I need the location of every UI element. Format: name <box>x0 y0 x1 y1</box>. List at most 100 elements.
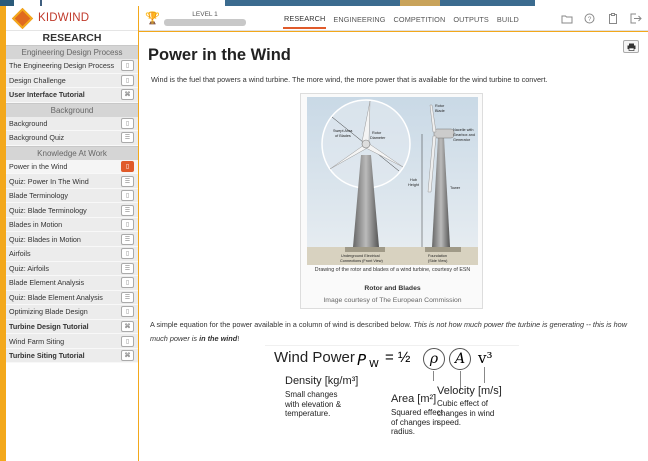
sidebar-item[interactable]: Quiz: Blades in Motion ☰ <box>6 232 138 248</box>
sidebar-item-label: Blade Terminology <box>9 191 68 201</box>
sidebar-item[interactable]: Blades in Motion ▯ <box>6 217 138 233</box>
label-foundation: Foundation <box>428 254 447 258</box>
page-icon: ▯ <box>121 277 134 289</box>
quiz-icon: ☰ <box>121 132 134 144</box>
sidebar-item-label: Blade Element Analysis <box>9 278 85 288</box>
para-bold: in the wind <box>199 334 238 343</box>
sidebar-item[interactable]: Blade Element Analysis ▯ <box>6 276 138 291</box>
sidebar-item-label: The Engineering Design Process <box>9 61 115 71</box>
velocity-desc: Cubic effect of changes in wind speed. <box>437 399 494 428</box>
sidebar-item[interactable]: Background ▯ <box>6 116 138 132</box>
page-icon: ▯ <box>121 219 134 231</box>
svg-text:?: ? <box>588 16 592 23</box>
clipboard-icon[interactable] <box>604 12 621 26</box>
eq-velocity: v³ <box>478 349 493 367</box>
area-desc-line: of changes in <box>391 417 439 427</box>
level-progress-bar <box>164 18 246 26</box>
eq-half: = ½ <box>385 349 411 366</box>
eq-rho: ρ <box>423 348 445 370</box>
brand-name: KIDWIND <box>38 12 90 24</box>
arrow-line <box>433 371 434 381</box>
svg-text:Blade: Blade <box>435 109 445 113</box>
sidebar-item[interactable]: Optimizing Blade Design ▯ <box>6 305 138 320</box>
svg-text:Generator: Generator <box>453 138 471 142</box>
figure-title: Rotor and Blades <box>364 285 421 292</box>
sidebar-item[interactable]: User Interface Tutorial ⌘ <box>6 88 138 103</box>
tab-build[interactable]: BUILD <box>496 9 520 28</box>
velocity-desc-line: changes in wind <box>437 408 495 418</box>
svg-text:(Side View): (Side View) <box>428 259 448 263</box>
label-rotor-diameter: Rotor <box>372 131 382 135</box>
equation-graphic: Wind Power P W = ½ ρ A v³ Density [kg/m³… <box>265 345 519 461</box>
tab-competition[interactable]: COMPETITION <box>393 9 447 28</box>
page-icon: ▯ <box>121 306 134 318</box>
sidebar-item[interactable]: Background Quiz ☰ <box>6 131 138 146</box>
page-icon: ▯ <box>121 190 134 202</box>
help-icon[interactable]: ? <box>581 12 598 26</box>
eq-area-symbol: A <box>449 348 471 370</box>
logout-icon[interactable] <box>627 12 644 26</box>
equation-paragraph: A simple equation for the power availabl… <box>150 318 642 346</box>
toolbar-icons: ? <box>552 6 644 31</box>
sidebar-item[interactable]: Quiz: Blade Terminology ☰ <box>6 203 138 218</box>
label-underground: Underground Electrical <box>341 254 380 258</box>
printer-icon <box>627 43 635 51</box>
sidebar-item-label: Quiz: Blade Terminology <box>9 205 87 215</box>
sidebar-item[interactable]: The Engineering Design Process ▯ <box>6 59 138 74</box>
sidebar-group-header: Background <box>6 102 138 117</box>
tab-research[interactable]: RESEARCH <box>283 8 327 29</box>
sidebar-item-label: Optimizing Blade Design <box>9 307 88 317</box>
sidebar-item[interactable]: Design Challenge ▯ <box>6 73 138 89</box>
sidebar-item[interactable]: Airfoils ▯ <box>6 247 138 262</box>
velocity-desc-line: speed. <box>437 418 462 427</box>
quiz-icon: ☰ <box>121 233 134 245</box>
sidebar-item[interactable]: Quiz: Blade Element Analysis ☰ <box>6 290 138 306</box>
sidebar-item[interactable]: Power in the Wind ▯ <box>6 159 138 175</box>
turbine-diagram: Rotor Blade Swept Area of Blades Rotor D… <box>307 97 478 265</box>
velocity-desc-line: Cubic effect of <box>437 399 488 408</box>
area-desc-line: radius. <box>391 427 416 436</box>
eq-lhs: Wind Power <box>274 349 355 366</box>
sidebar-item[interactable]: Blade Terminology ▯ <box>6 188 138 204</box>
page-icon: ▯ <box>121 248 134 260</box>
sidebar-group-header: Engineering Design Process <box>6 45 138 59</box>
page-title: Power in the Wind <box>148 46 291 64</box>
area-desc: Squared effect of changes in radius. <box>391 408 443 437</box>
quiz-icon: ☰ <box>121 204 134 216</box>
density-desc-line: Small changes <box>285 390 338 399</box>
page-icon: ▯ <box>121 74 134 86</box>
tutorial-icon: ⌘ <box>121 321 134 333</box>
print-button[interactable] <box>623 40 639 53</box>
density-title: Density [kg/m³] <box>285 375 359 387</box>
sidebar-group-header: Knowledge At Work <box>6 145 138 160</box>
level-label: LEVEL 1 <box>192 10 218 18</box>
sidebar-item-label: Quiz: Airfoils <box>9 263 49 273</box>
label-tower: Tower <box>450 186 461 190</box>
tab-outputs[interactable]: OUTPUTS <box>452 9 490 28</box>
velocity-title: Velocity [m/s] <box>437 385 502 397</box>
turbine-figure: Rotor Blade Swept Area of Blades Rotor D… <box>300 93 483 309</box>
quiz-icon: ☰ <box>121 291 134 303</box>
sidebar-item-label: Airfoils <box>9 249 31 259</box>
sidebar-item[interactable]: Quiz: Power In The Wind ☰ <box>6 174 138 189</box>
sidebar-item-label: Quiz: Blade Element Analysis <box>9 292 103 302</box>
label-hub-height: Hub <box>410 178 417 182</box>
sidebar-item[interactable]: Wind Farm Siting ▯ <box>6 334 138 349</box>
svg-text:of Blades: of Blades <box>335 134 351 138</box>
sidebar-item[interactable]: Turbine Design Tutorial ⌘ <box>6 319 138 335</box>
figure-credit: Image courtesy of The European Commissio… <box>323 297 462 304</box>
brand[interactable]: KIDWIND <box>6 6 138 31</box>
page-icon: ▯ <box>121 60 134 72</box>
tutorial-icon: ⌘ <box>121 89 134 101</box>
label-nacelle: Nacelle with <box>453 128 473 132</box>
tab-engineering[interactable]: ENGINEERING <box>332 9 386 28</box>
sidebar-item-label: Blades in Motion <box>9 220 63 230</box>
folder-icon[interactable] <box>558 12 575 26</box>
label-rotor-blade: Rotor <box>435 104 445 108</box>
app-frame: KIDWIND RESEARCH Engineering Design Proc… <box>0 0 648 461</box>
sidebar-item[interactable]: Quiz: Airfoils ☰ <box>6 261 138 277</box>
sidebar: KIDWIND RESEARCH Engineering Design Proc… <box>6 6 138 461</box>
sidebar-item-label: Background <box>9 118 48 128</box>
sidebar-item[interactable]: Turbine Siting Tutorial ⌘ <box>6 348 138 364</box>
svg-text:Height: Height <box>408 183 420 187</box>
